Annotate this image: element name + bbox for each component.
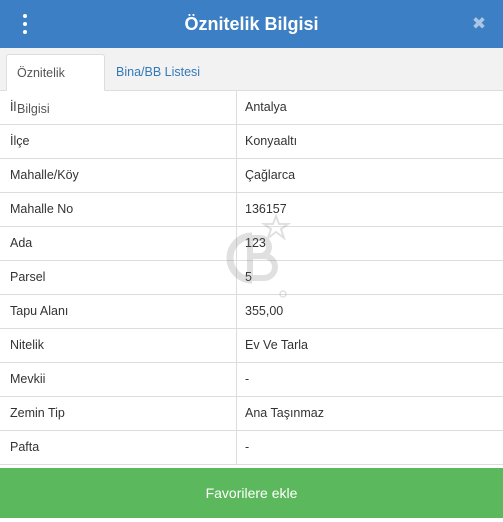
row-label: Parsel — [10, 270, 46, 284]
row-label: Mevkii — [10, 372, 46, 386]
row-value: Antalya — [245, 100, 287, 114]
panel-title: Öznitelik Bilgisi — [184, 14, 319, 34]
table-row: Tapu Alanı 355,00 — [0, 295, 503, 329]
cell-divider — [236, 397, 237, 430]
row-label: Mahalle No — [10, 202, 74, 216]
attribute-table: İl Antalya İlçe Konyaaltı Mahalle/Köy Ça… — [0, 91, 503, 465]
row-label: İl — [10, 100, 17, 114]
row-value: 136157 — [245, 202, 287, 216]
table-row: Mahalle No 136157 — [0, 193, 503, 227]
cell-divider — [236, 227, 237, 260]
row-label: Nitelik — [10, 338, 45, 352]
table-row: Nitelik Ev Ve Tarla — [0, 329, 503, 363]
cell-divider — [236, 329, 237, 362]
row-value: Ana Taşınmaz — [245, 406, 324, 420]
cell-divider — [236, 91, 237, 124]
row-value: Konyaaltı — [245, 134, 298, 148]
row-label: Ada — [10, 236, 33, 250]
row-label: Pafta — [10, 440, 40, 454]
row-value: Ev Ve Tarla — [245, 338, 309, 352]
tab-attribute-info[interactable]: Öznitelik Bilgisi — [6, 54, 105, 116]
row-value: 5 — [245, 270, 252, 284]
cell-divider — [236, 363, 237, 396]
close-icon[interactable]: ✖ — [469, 14, 489, 34]
table-row: İlçe Konyaaltı — [0, 125, 503, 159]
table-row: Pafta - — [0, 431, 503, 465]
table-row: Parsel 5 — [0, 261, 503, 295]
cell-divider — [236, 159, 237, 192]
add-to-favorites-button[interactable]: Favorilere ekle — [0, 468, 503, 518]
cell-divider — [236, 295, 237, 328]
table-row: Ada 123 — [0, 227, 503, 261]
table-row: Zemin Tip Ana Taşınmaz — [0, 397, 503, 431]
row-label: Mahalle/Köy — [10, 168, 79, 182]
table-row: Mahalle/Köy Çağlarca — [0, 159, 503, 193]
row-label: İlçe — [10, 134, 30, 148]
table-row: Mevkii - — [0, 363, 503, 397]
row-value: 123 — [245, 236, 266, 250]
kebab-menu-icon[interactable] — [18, 14, 32, 34]
cell-divider — [236, 193, 237, 226]
cell-divider — [236, 125, 237, 158]
row-value: - — [245, 372, 250, 386]
attribute-info-panel: Öznitelik Bilgisi ✖ Öznitelik Bilgisi Bi… — [0, 0, 503, 522]
row-value: Çağlarca — [245, 168, 296, 182]
row-value: 355,00 — [245, 304, 284, 318]
row-label: Zemin Tip — [10, 406, 65, 420]
panel-header: Öznitelik Bilgisi ✖ — [0, 0, 503, 48]
row-label: Tapu Alanı — [10, 304, 69, 318]
row-value: - — [245, 440, 250, 454]
cell-divider — [236, 261, 237, 294]
tab-building-list[interactable]: Bina/BB Listesi — [106, 54, 210, 91]
cell-divider — [236, 431, 237, 464]
table-row: İl Antalya — [0, 91, 503, 125]
tab-bar: Öznitelik Bilgisi Bina/BB Listesi — [0, 48, 503, 116]
